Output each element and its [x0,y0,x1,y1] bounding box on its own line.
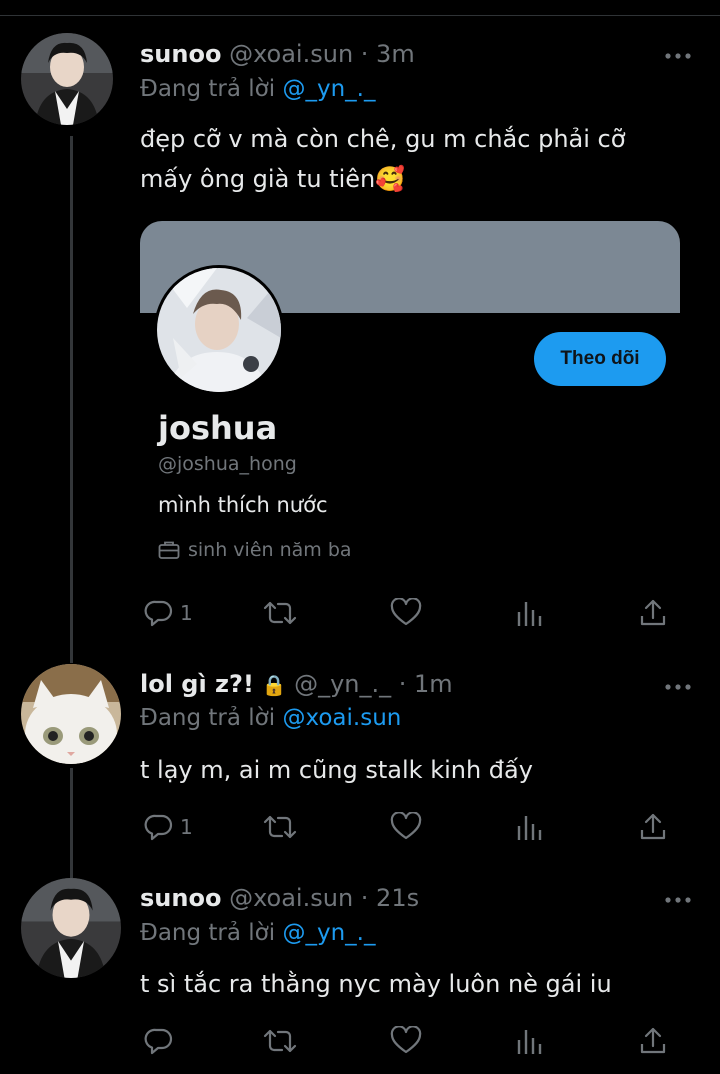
reply-icon [144,1028,173,1055]
replying-to: Đang trả lời @_yn_._ [140,76,375,102]
avatar-lol[interactable] [21,664,121,764]
retweet-icon [263,1029,297,1053]
reply-button[interactable]: 1 [144,809,193,845]
reply-button[interactable]: 1 [144,595,193,631]
tweet-text-line-2: mấy ông già tu tiên🥰 [140,165,406,193]
share-icon [640,813,666,840]
avatar-sunoo[interactable] [21,33,113,125]
retweet-icon [263,601,297,625]
retweet-button[interactable] [262,809,298,845]
tweet-header: sunoo @xoai.sun · 3m [140,40,415,68]
author-name[interactable]: sunoo [140,884,221,912]
reply-prefix: Đang trả lời [140,76,276,102]
like-button[interactable] [390,1023,422,1059]
share-icon [640,1027,666,1054]
reply-prefix: Đang trả lời [140,705,276,731]
thread-line-2 [70,768,73,878]
share-button[interactable] [638,809,668,845]
views-button[interactable] [516,1023,544,1059]
retweet-button[interactable] [262,595,298,631]
like-button[interactable] [390,809,422,845]
profile-bio: mình thích nước [158,493,328,517]
author-handle[interactable]: @_yn_._ [294,670,391,698]
more-icon[interactable] [664,891,692,903]
reply-count: 1 [180,601,193,625]
views-icon [517,602,542,626]
tweet-text-line-1: đẹp cỡ v mà còn chê, gu m chắc phải cỡ [140,125,626,153]
author-name[interactable]: lol gì z?! [140,670,254,698]
reply-mention[interactable]: @_yn_._ [282,920,375,946]
author-handle[interactable]: @xoai.sun [229,884,353,912]
reply-icon [144,814,173,841]
follow-button[interactable]: Theo dõi [534,332,666,386]
tweet-header: sunoo @xoai.sun · 21s [140,884,419,912]
author-handle[interactable]: @xoai.sun [229,40,353,68]
profile-handle: @joshua_hong [158,453,297,475]
tweet-actions: 1 [140,809,680,849]
tweet-actions: 1 [140,595,680,635]
tweet-text-line-1: t lạy m, ai m cũng stalk kinh đấy [140,756,533,784]
tweet-text-line-1: t sì tắc ra thằng nyc mày luôn nè gái iu [140,970,612,998]
profile-name: joshua [158,409,278,447]
reply-mention[interactable]: @xoai.sun [282,705,401,731]
top-divider [0,15,720,16]
reply-button[interactable] [144,1023,180,1059]
more-icon[interactable] [664,678,692,690]
share-button[interactable] [638,1023,668,1059]
author-name[interactable]: sunoo [140,40,221,68]
reply-prefix: Đang trả lời [140,920,276,946]
avatar-sunoo[interactable] [21,878,121,978]
tweet-header: lol gì z?! 🔒 @_yn_._ · 1m [140,670,453,698]
like-icon [390,598,422,626]
profile-avatar[interactable] [154,265,284,395]
lock-icon: 🔒 [261,673,287,697]
reply-icon [144,600,173,627]
reply-mention[interactable]: @_yn_._ [282,76,375,102]
tweet-actions [140,1023,680,1063]
profile-job-text: sinh viên năm ba [188,539,352,561]
views-button[interactable] [516,595,544,631]
replying-to: Đang trả lời @xoai.sun [140,705,401,731]
share-button[interactable] [638,595,668,631]
timestamp[interactable]: · 1m [399,670,453,698]
share-icon [640,599,666,626]
more-icon[interactable] [664,47,692,59]
like-icon [390,812,422,840]
views-button[interactable] [516,809,544,845]
views-icon [517,816,542,840]
briefcase-icon [158,541,180,559]
profile-job: sinh viên năm ba [158,539,352,561]
like-button[interactable] [390,595,422,631]
replying-to: Đang trả lời @_yn_._ [140,920,375,946]
views-icon [517,1030,542,1054]
reply-count: 1 [180,815,193,839]
profile-card[interactable]: Theo dõi joshua @joshua_hong mình thích … [140,221,680,581]
timestamp[interactable]: · 3m [361,40,415,68]
retweet-icon [263,815,297,839]
like-icon [390,1026,422,1054]
thread-line-1 [70,136,73,663]
retweet-button[interactable] [262,1023,298,1059]
timestamp[interactable]: · 21s [361,884,419,912]
